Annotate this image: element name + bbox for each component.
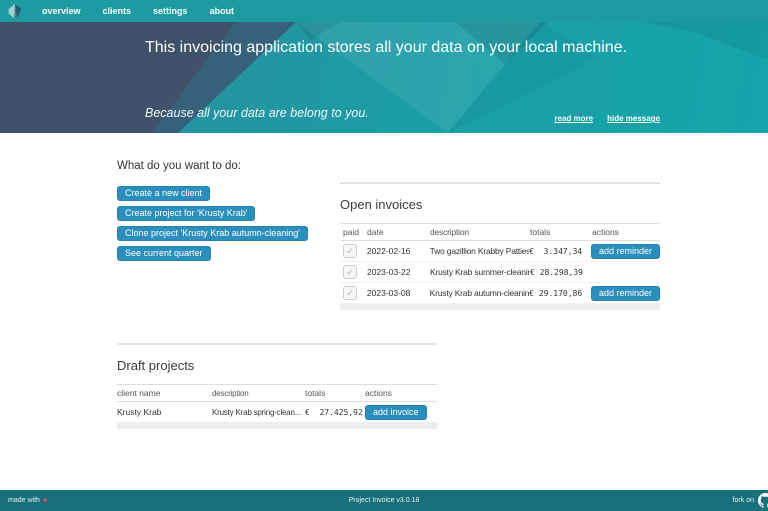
invoice-date: 2022-02-16 — [366, 246, 411, 256]
github-icon[interactable] — [758, 493, 768, 508]
divider — [117, 343, 437, 345]
draft-project-row: Krusty Krab Krusty Krab spring-clean... … — [117, 402, 437, 423]
invoice-description: Krusty Krab summer-cleaning — [430, 267, 530, 277]
nav-item-clients[interactable]: clients — [92, 0, 143, 22]
draft-projects-title: Draft projects — [117, 358, 195, 373]
invoice-row: ✓ 2022-02-16 Two gazillion Krabby Pattie… — [340, 241, 660, 262]
invoice-total: € 29.170,86 — [529, 288, 583, 298]
invoice-total: € 3.347,34 — [529, 246, 583, 256]
check-icon: ✓ — [346, 266, 354, 277]
col-description: description — [212, 388, 249, 398]
col-client-name: client name — [117, 388, 161, 398]
add-reminder-button[interactable]: add reminder — [590, 285, 660, 301]
nav-item-about[interactable]: about — [199, 0, 246, 22]
paid-checkbox[interactable]: ✓ — [343, 244, 357, 258]
invoice-total: € 28.298,39 — [530, 267, 583, 277]
invoice-row: ✓ 2023-03-22 Krusty Krab summer-cleaning… — [340, 262, 660, 283]
add-reminder-button[interactable]: add reminder — [590, 243, 660, 259]
col-totals: totals — [305, 388, 326, 398]
hide-message-link[interactable]: hide message — [607, 114, 660, 123]
invoice-description: Krusty Krab autumn-cleaning — [429, 288, 530, 298]
read-more-link[interactable]: read more — [554, 114, 593, 123]
col-actions: actions — [592, 227, 619, 237]
table-header: paid date description totals actions — [340, 223, 660, 241]
paid-checkbox[interactable]: ✓ — [343, 286, 357, 300]
invoice-description: Two gazillion Krabby Patties — [429, 246, 530, 256]
app-window: overview clients settings about This inv… — [0, 0, 768, 511]
check-icon: ✓ — [346, 245, 354, 256]
col-totals: totals — [530, 227, 551, 237]
actions-panel: What do you want to do: Create a new cli… — [117, 160, 337, 266]
hero-links: read more hide message — [554, 114, 660, 123]
open-invoices-title: Open invoices — [340, 197, 423, 212]
create-client-button[interactable]: Create a new client — [117, 186, 211, 201]
open-invoices-table: paid date description totals actions ✓ 2… — [340, 223, 660, 310]
app-logo-gem-icon[interactable] — [7, 3, 23, 19]
draft-description: Krusty Krab spring-clean... — [212, 407, 301, 417]
invoice-date: 2023-03-08 — [366, 288, 411, 298]
table-footer-strip — [340, 304, 660, 310]
create-project-button[interactable]: Create project for 'Krusty Krab' — [117, 206, 256, 221]
draft-projects-table: client name description totals actions K… — [117, 384, 437, 429]
col-actions: actions — [365, 388, 392, 398]
hero-subtitle: Because all your data are belong to you. — [145, 106, 369, 120]
invoice-row: ✓ 2023-03-08 Krusty Krab autumn-cleaning… — [340, 283, 660, 304]
check-icon: ✓ — [346, 287, 354, 298]
hero-banner: This invoicing application stores all yo… — [0, 22, 768, 133]
footer: made with ♥ Project Invoice v3.0.18 fork… — [0, 490, 768, 511]
app-version: Project Invoice v3.0.18 — [348, 497, 420, 504]
nav-item-overview[interactable]: overview — [31, 0, 92, 22]
fork-on-label: fork on — [732, 497, 754, 504]
invoice-date: 2023-03-22 — [367, 267, 411, 277]
clone-project-button[interactable]: Clone project 'Krusty Krab autumn-cleani… — [117, 226, 309, 241]
col-date: date — [367, 227, 384, 237]
col-description: description — [430, 227, 469, 237]
current-quarter-button[interactable]: See current quarter — [117, 246, 211, 261]
actions-heading: What do you want to do: — [117, 160, 242, 172]
draft-total: € 27.425,92 — [305, 407, 363, 417]
navbar: overview clients settings about — [0, 0, 768, 22]
open-invoices-panel: Open invoices paid date description tota… — [340, 182, 660, 310]
draft-client-name: Krusty Krab — [117, 407, 162, 417]
divider — [340, 182, 660, 184]
add-invoice-button[interactable]: add invoice — [365, 404, 427, 420]
table-header: client name description totals actions — [117, 384, 437, 402]
hero-title: This invoicing application stores all yo… — [145, 39, 628, 56]
paid-checkbox[interactable]: ✓ — [343, 265, 357, 279]
draft-projects-panel: Draft projects client name description t… — [117, 343, 437, 429]
nav-item-settings[interactable]: settings — [142, 0, 199, 22]
col-paid: paid — [343, 227, 360, 237]
table-footer-strip — [117, 423, 437, 429]
